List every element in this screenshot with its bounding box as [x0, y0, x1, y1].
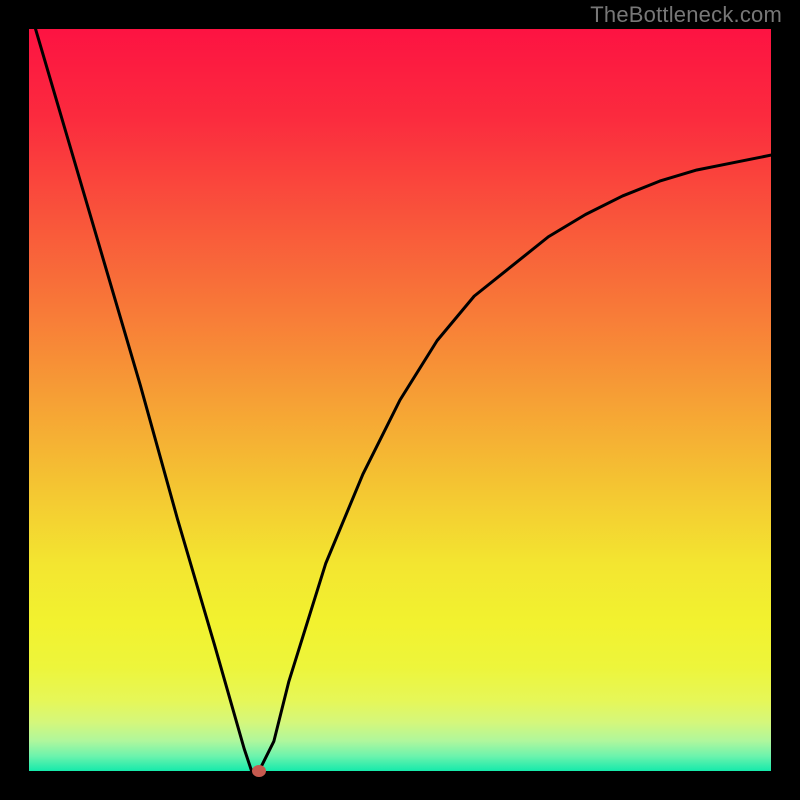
watermark-text: TheBottleneck.com — [590, 2, 782, 28]
plot-area — [29, 29, 771, 771]
optimal-point-marker — [252, 765, 266, 777]
gradient-background — [29, 29, 771, 771]
chart-frame: TheBottleneck.com — [0, 0, 800, 800]
